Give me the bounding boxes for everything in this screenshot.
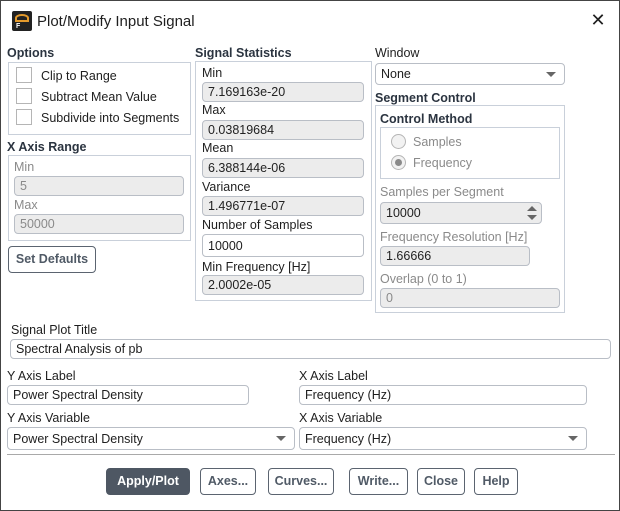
clip-to-range-checkbox[interactable] [16,67,32,83]
stat-min-label: Min [202,66,223,80]
samples-per-segment-label: Samples per Segment [380,185,504,199]
subdivide-segments-checkbox[interactable] [16,109,32,125]
x-axis-variable-select[interactable]: Frequency (Hz) [299,427,587,450]
subtract-mean-label: Subtract Mean Value [41,90,157,104]
control-method-heading: Control Method [380,112,473,126]
x-max-label: Max [14,198,38,212]
y-axis-variable-value: Power Spectral Density [13,432,143,446]
samples-per-segment-spinner[interactable]: 10000 [380,202,542,224]
samples-radio[interactable] [391,134,406,149]
frequency-resolution-input[interactable]: 1.66666 [380,246,530,266]
spinner-down-icon[interactable] [527,215,537,220]
dialog-window: F Plot/Modify Input Signal ✕ Options Cli… [0,0,620,511]
close-button[interactable]: Close [417,468,465,495]
write-button[interactable]: Write... [349,468,408,495]
stat-max-label: Max [202,103,226,117]
frequency-resolution-label: Frequency Resolution [Hz] [380,230,528,244]
frequency-radio-label: Frequency [413,156,473,170]
samples-radio-label: Samples [413,135,462,149]
set-defaults-button[interactable]: Set Defaults [8,246,96,273]
subtract-mean-checkbox[interactable] [16,88,32,104]
window-label: Window [375,46,420,60]
subdivide-segments-label: Subdivide into Segments [41,111,180,125]
x-min-label: Min [14,160,35,174]
curves-button[interactable]: Curves... [268,468,334,495]
options-heading: Options [7,46,55,60]
fluent-app-icon: F [12,11,32,31]
stat-min-value: 7.169163e-20 [202,82,364,102]
x-axis-variable-value: Frequency (Hz) [305,432,392,446]
chevron-down-icon [546,72,556,77]
apply-plot-button[interactable]: Apply/Plot [106,468,190,495]
overlap-input[interactable]: 0 [380,288,560,308]
clip-to-range-label: Clip to Range [41,69,117,83]
dialog-title: Plot/Modify Input Signal [37,13,195,30]
samples-per-segment-value: 10000 [386,206,421,220]
x-max-input[interactable]: 50000 [14,214,184,234]
chevron-down-icon [568,436,578,441]
signal-plot-title-label: Signal Plot Title [11,323,98,337]
help-button[interactable]: Help [474,468,518,495]
x-axis-variable-label: X Axis Variable [299,411,383,425]
close-icon[interactable]: ✕ [589,11,607,29]
divider [7,454,615,455]
control-method-group [380,127,560,179]
spinner-up-icon[interactable] [527,206,537,211]
y-axis-label-label: Y Axis Label [7,369,76,383]
stat-variance-label: Variance [202,180,251,194]
x-min-input[interactable]: 5 [14,176,184,196]
y-axis-variable-label: Y Axis Variable [7,411,90,425]
number-of-samples-label: Number of Samples [202,218,313,232]
stat-mean-label: Mean [202,141,234,155]
stat-mean-value: 6.388144e-06 [202,158,364,178]
x-axis-range-heading: X Axis Range [7,140,87,154]
overlap-label: Overlap (0 to 1) [380,272,467,286]
segment-control-heading: Segment Control [375,91,476,105]
stat-max-value: 0.03819684 [202,120,364,140]
frequency-radio[interactable] [391,155,406,170]
axes-button[interactable]: Axes... [200,468,256,495]
y-axis-label-input[interactable]: Power Spectral Density [7,385,249,405]
chevron-down-icon [276,436,286,441]
y-axis-variable-select[interactable]: Power Spectral Density [7,427,295,450]
signal-plot-title-input[interactable]: Spectral Analysis of pb [10,339,611,359]
x-axis-label-label: X Axis Label [299,369,368,383]
window-select[interactable]: None [375,63,565,85]
stat-variance-value: 1.496771e-07 [202,196,364,216]
window-select-value: None [381,67,411,81]
min-frequency-value: 2.0002e-05 [202,275,364,295]
min-frequency-label: Min Frequency [Hz] [202,260,311,274]
number-of-samples-input[interactable]: 10000 [202,234,364,257]
x-axis-label-input[interactable]: Frequency (Hz) [299,385,587,405]
signal-statistics-heading: Signal Statistics [195,46,292,60]
